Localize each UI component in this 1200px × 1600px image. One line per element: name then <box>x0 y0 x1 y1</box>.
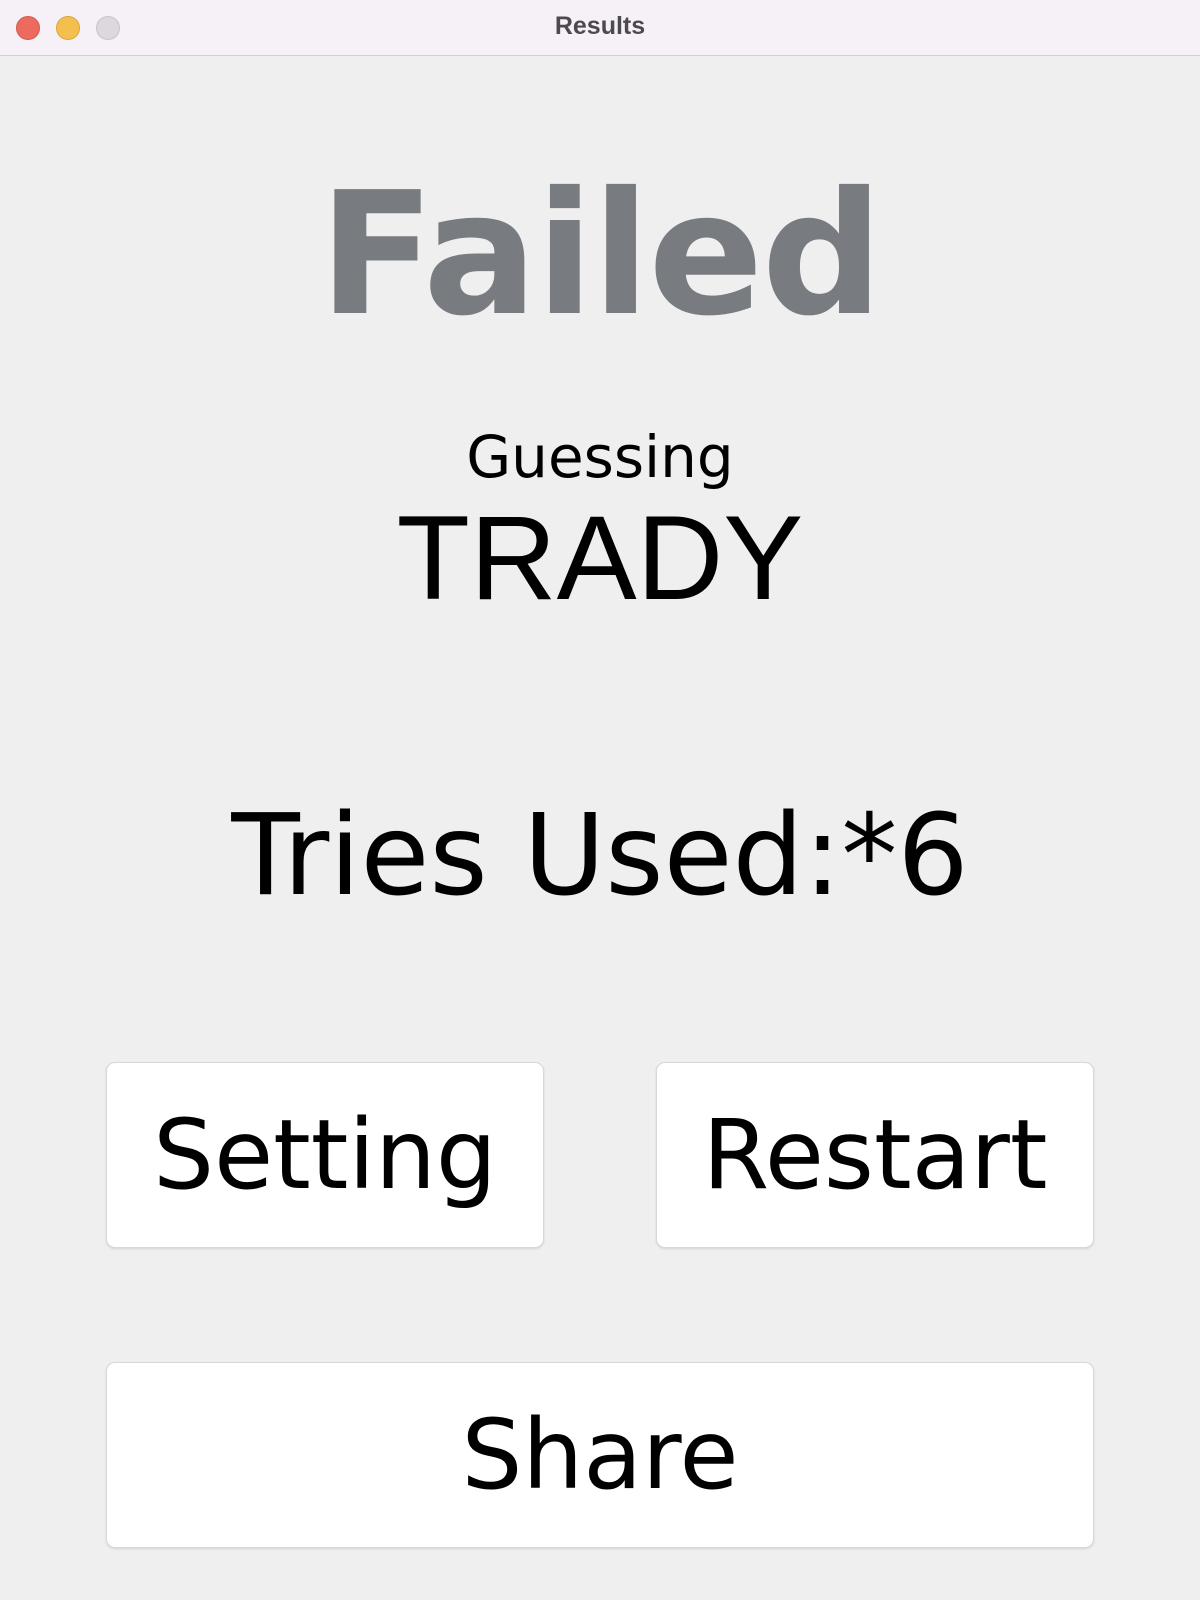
result-status: Failed <box>318 156 883 354</box>
restart-button[interactable]: Restart <box>656 1062 1094 1248</box>
guess-label: Guessing <box>466 423 734 491</box>
answer-word: TRADY <box>396 491 804 625</box>
results-window: Results Failed Guessing TRADY Tries Used… <box>0 0 1200 1600</box>
title-bar: Results <box>0 0 1200 56</box>
setting-button[interactable]: Setting <box>106 1062 544 1248</box>
share-button[interactable]: Share <box>106 1362 1094 1548</box>
window-title: Results <box>554 12 646 40</box>
tries-used: Tries Used:*6 <box>231 791 969 921</box>
